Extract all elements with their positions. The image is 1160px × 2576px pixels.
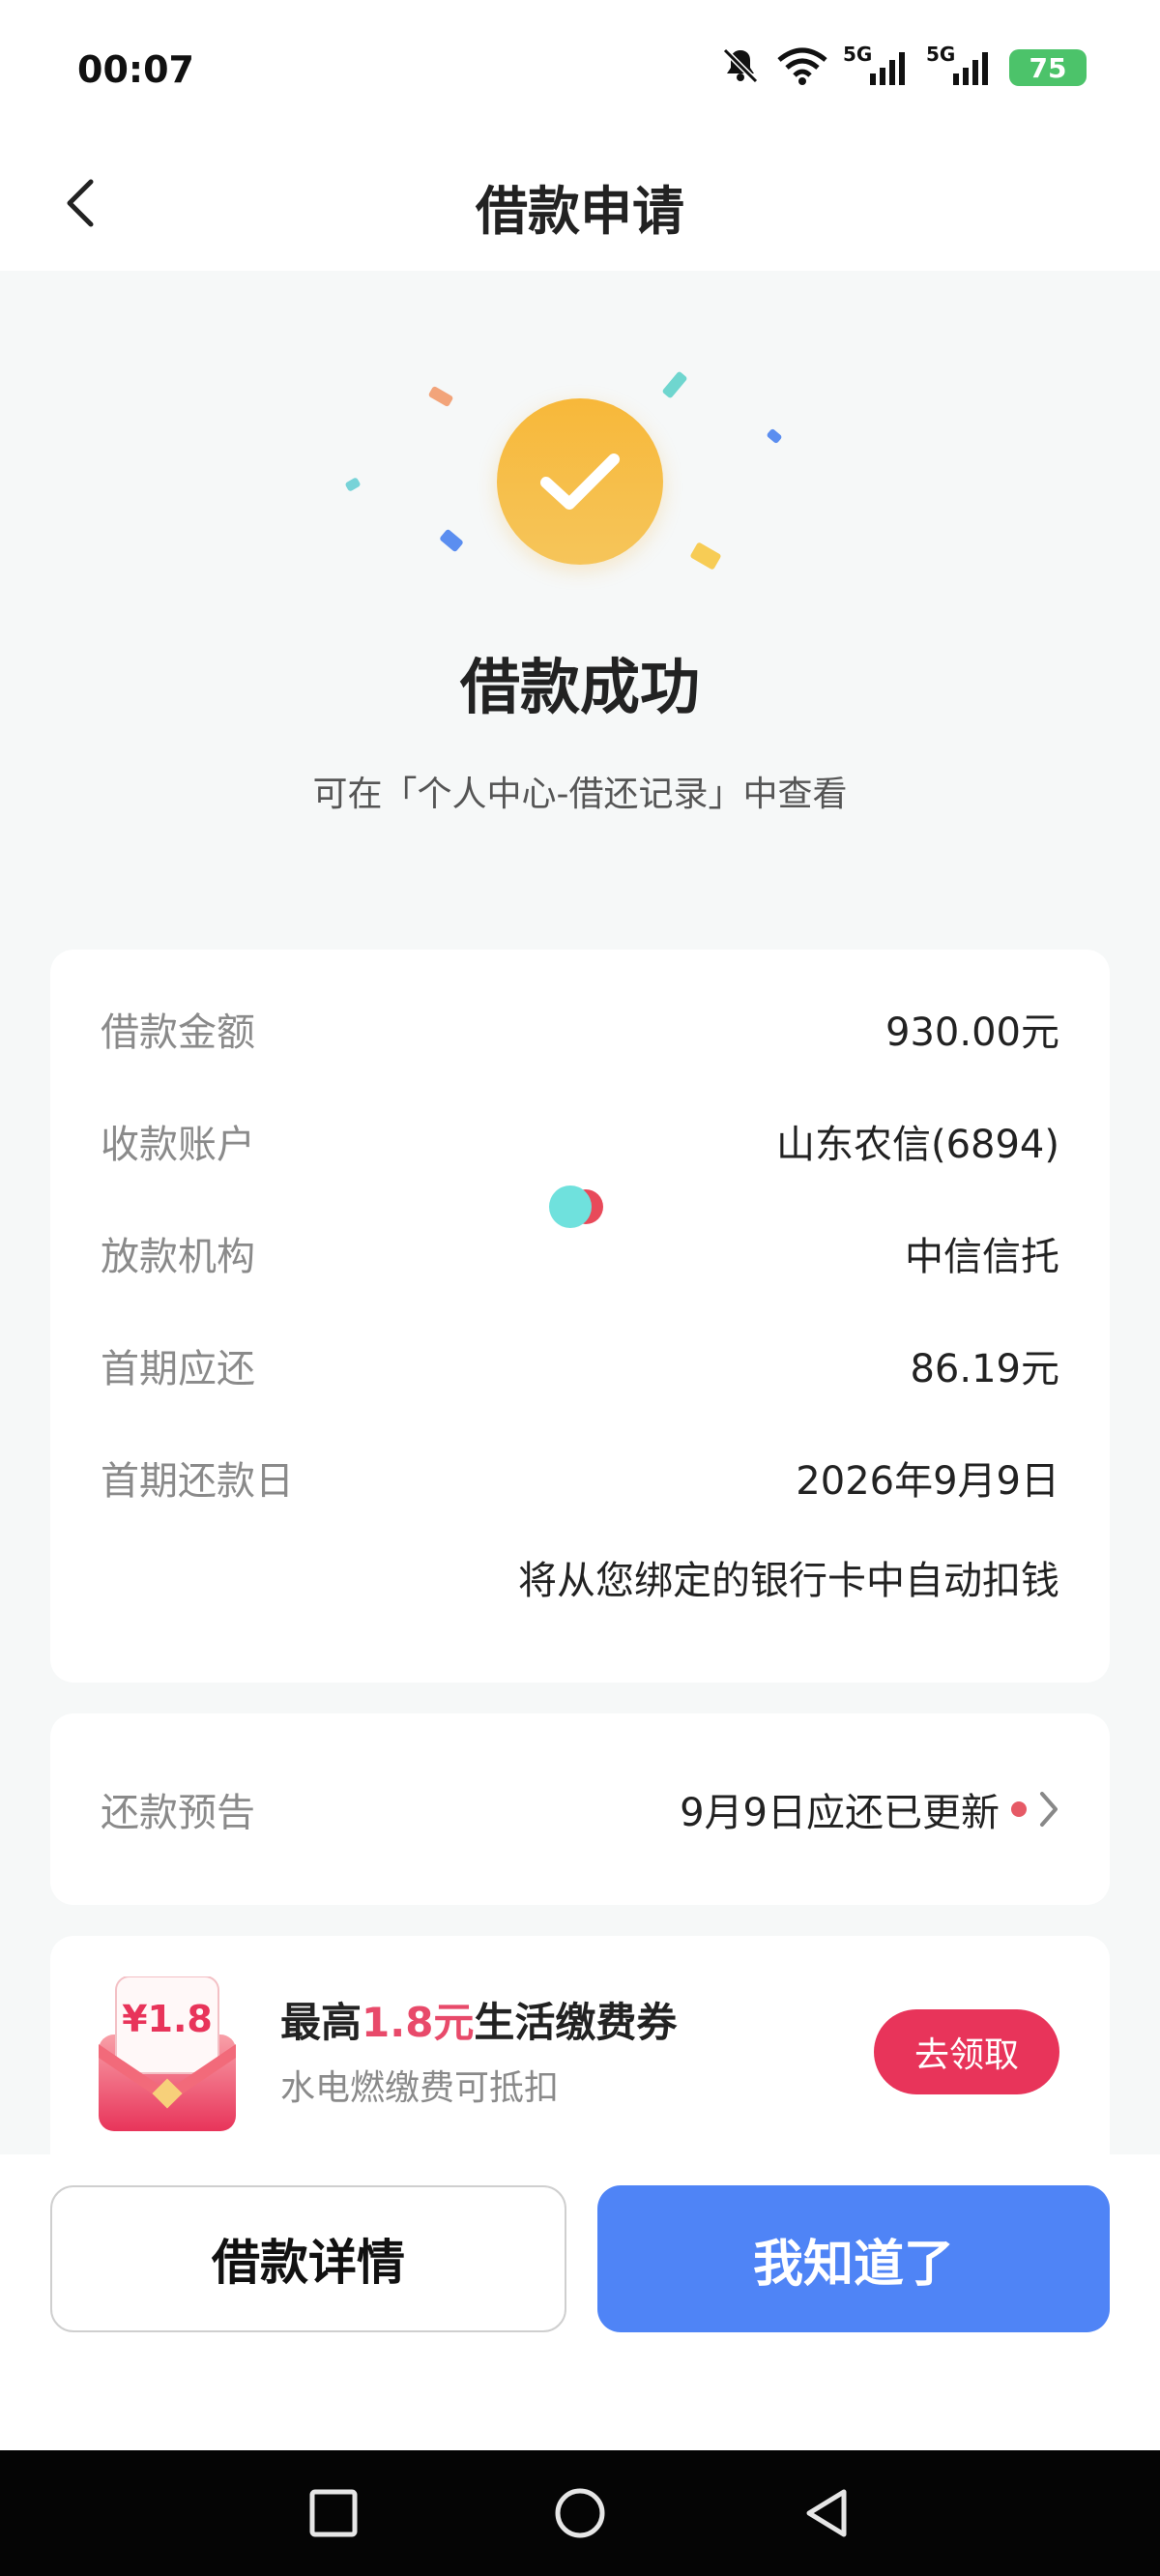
confetti-icon [427, 385, 454, 408]
info-label: 首期还款日 [101, 1459, 294, 1504]
info-label: 借款金额 [101, 1010, 255, 1055]
info-value: 2026年9月9日 [796, 1459, 1059, 1504]
info-row-first-due-date: 首期还款日 2026年9月9日 [101, 1449, 1059, 1507]
circle-icon [555, 2488, 605, 2538]
wifi-icon [775, 44, 829, 91]
success-check-icon [497, 398, 663, 565]
mute-bell-icon [719, 44, 762, 91]
coupon-title-suffix: 生活缴费券 [474, 1999, 678, 2046]
info-value: 山东农信(6894) [775, 1123, 1059, 1167]
bottom-action-bar: 借款详情 我知道了 [0, 2154, 1160, 2450]
coupon-title-prefix: 最高 [280, 1999, 362, 2046]
preview-right: 9月9日应还已更新 [680, 1781, 1059, 1837]
chevron-right-icon [1040, 1792, 1058, 1827]
success-subtitle: 可在「个人中心-借还记录」中查看 [312, 775, 848, 814]
top-nav-bar: 借款申请 [0, 135, 1160, 271]
coupon-badge-amount: ¥1.8 [122, 1998, 213, 2040]
success-hero: 借款成功 可在「个人中心-借还记录」中查看 [0, 271, 1160, 948]
system-back-button[interactable] [793, 2479, 860, 2547]
battery-icon: 75 [1009, 49, 1087, 86]
status-time: 00:07 [77, 48, 194, 91]
unread-dot-icon [1011, 1801, 1027, 1817]
status-bar: 00:07 5G 5G 75 [0, 0, 1160, 135]
info-label: 放款机构 [101, 1235, 255, 1279]
coupon-title: 最高1.8元生活缴费券 [280, 1990, 677, 2049]
claim-coupon-button[interactable]: 去领取 [874, 2009, 1059, 2094]
info-row-amount: 借款金额 930.00元 [101, 1000, 1059, 1058]
square-icon [309, 2489, 358, 2537]
home-button[interactable] [546, 2479, 614, 2547]
info-row-institution: 放款机构 中信信托 [101, 1224, 1059, 1282]
preview-value: 9月9日应还已更新 [680, 1791, 1000, 1835]
repayment-preview-card[interactable]: 还款预告 9月9日应还已更新 [50, 1713, 1110, 1905]
loan-info-card: 借款金额 930.00元 收款账户 山东农信(6894) 放款机构 中信信托 首… [50, 950, 1110, 1683]
info-row-first-payment: 首期应还 86.19元 [101, 1336, 1059, 1394]
confetti-icon [344, 477, 362, 492]
info-value: 中信信托 [905, 1235, 1059, 1279]
confetti-icon [766, 427, 783, 445]
coupon-card: ¥1.8 最高1.8元生活缴费券 水电燃缴费可抵扣 去领取 [50, 1936, 1110, 2154]
info-label: 收款账户 [101, 1123, 255, 1167]
repayment-preview-row[interactable]: 还款预告 9月9日应还已更新 [101, 1777, 1059, 1841]
confetti-icon [439, 528, 464, 553]
floating-assistant-icon[interactable] [543, 1184, 613, 1230]
loan-detail-button[interactable]: 借款详情 [50, 2185, 566, 2332]
preview-label: 还款预告 [101, 1791, 255, 1835]
red-envelope-icon: ¥1.8 [99, 1976, 236, 2131]
info-value: 86.19元 [910, 1347, 1059, 1391]
cellular-signal-icon: 5G [843, 43, 913, 89]
cellular-signal-icon-2: 5G [926, 43, 996, 89]
info-label: 首期应还 [101, 1347, 255, 1391]
confetti-icon [689, 542, 722, 571]
info-row-account: 收款账户 山东农信(6894) [101, 1112, 1059, 1170]
system-nav-bar [0, 2450, 1160, 2576]
triangle-back-icon [806, 2489, 847, 2537]
coupon-title-amount: 1.8元 [362, 1999, 475, 2046]
coupon-subtitle: 水电燃缴费可抵扣 [280, 2068, 560, 2108]
success-title: 借款成功 [459, 652, 700, 722]
page-title: 借款申请 [476, 181, 684, 242]
got-it-button[interactable]: 我知道了 [597, 2185, 1110, 2332]
info-value: 930.00元 [885, 1010, 1059, 1055]
recent-apps-button[interactable] [300, 2479, 367, 2547]
battery-level: 75 [1029, 51, 1067, 84]
confetti-icon [661, 370, 688, 399]
status-icons: 5G 5G 75 [719, 43, 1087, 91]
auto-debit-note: 将从您绑定的银行卡中自动扣钱 [518, 1559, 1059, 1603]
